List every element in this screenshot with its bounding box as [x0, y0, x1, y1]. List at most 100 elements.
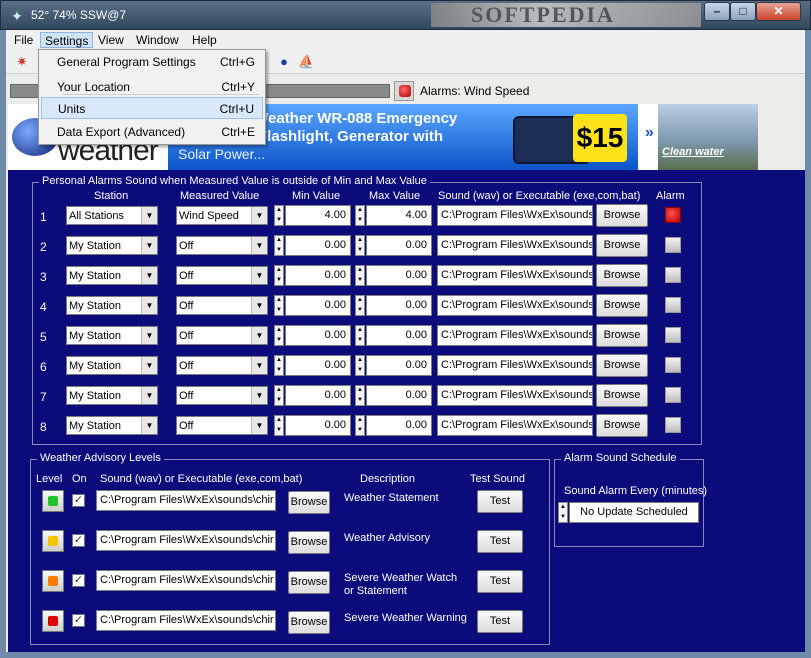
ad-link-clean-water[interactable]: Clean water: [662, 146, 724, 158]
max-value-field[interactable]: 0.00: [366, 355, 432, 376]
spin-down-icon[interactable]: ▼: [356, 246, 364, 255]
advisory-sound-path-field[interactable]: C:\Program Files\WxEx\sounds\chir: [96, 610, 276, 631]
advisory-level-button[interactable]: [42, 570, 64, 592]
max-value-spinner[interactable]: ▲ ▼: [355, 265, 365, 286]
spin-down-icon[interactable]: ▼: [275, 366, 283, 375]
advisory-on-checkbox[interactable]: ✓: [72, 614, 85, 627]
alarm-browse-button[interactable]: Browse: [596, 414, 648, 437]
spin-down-icon[interactable]: ▼: [275, 426, 283, 435]
spin-down-icon[interactable]: ▼: [275, 246, 283, 255]
min-value-field[interactable]: 0.00: [285, 295, 351, 316]
advisory-browse-button[interactable]: Browse: [288, 531, 330, 554]
min-value-field[interactable]: 0.00: [285, 325, 351, 346]
spin-down-icon[interactable]: ▼: [275, 306, 283, 315]
station-select[interactable]: My Station ▼: [66, 296, 158, 315]
max-value-spinner[interactable]: ▲ ▼: [355, 355, 365, 376]
chevron-down-icon[interactable]: ▼: [141, 387, 157, 404]
spin-down-icon[interactable]: ▼: [356, 306, 364, 315]
advisory-on-checkbox[interactable]: ✓: [72, 574, 85, 587]
chevron-down-icon[interactable]: ▼: [141, 327, 157, 344]
advisory-level-button[interactable]: [42, 610, 64, 632]
weather-icon[interactable]: ✷: [14, 54, 30, 70]
chevron-down-icon[interactable]: ▼: [251, 237, 267, 254]
chevron-down-icon[interactable]: ▼: [141, 237, 157, 254]
chevron-down-icon[interactable]: ▼: [141, 297, 157, 314]
spin-down-icon[interactable]: ▼: [559, 513, 567, 522]
alarm-sound-path-field[interactable]: C:\Program Files\WxEx\sounds: [437, 265, 593, 286]
alarm-browse-button[interactable]: Browse: [596, 294, 648, 317]
min-value-field[interactable]: 0.00: [285, 415, 351, 436]
alarm-browse-button[interactable]: Browse: [596, 324, 648, 347]
spin-up-icon[interactable]: ▲: [275, 326, 283, 335]
spin-up-icon[interactable]: ▲: [356, 416, 364, 425]
alarm-sound-path-field[interactable]: C:\Program Files\WxEx\sounds: [437, 295, 593, 316]
advisory-on-checkbox[interactable]: ✓: [72, 534, 85, 547]
alarm-light-button[interactable]: [394, 81, 414, 101]
advisory-browse-button[interactable]: Browse: [288, 491, 330, 514]
min-value-spinner[interactable]: ▲ ▼: [274, 415, 284, 436]
advisory-sound-path-field[interactable]: C:\Program Files\WxEx\sounds\chir: [96, 490, 276, 511]
ad-photo[interactable]: Clean water: [658, 104, 758, 170]
min-value-spinner[interactable]: ▲ ▼: [274, 325, 284, 346]
advisory-level-button[interactable]: [42, 490, 64, 512]
alarm-sound-path-field[interactable]: C:\Program Files\WxEx\sounds: [437, 385, 593, 406]
alarm-sound-path-field[interactable]: C:\Program Files\WxEx\sounds: [437, 415, 593, 436]
spin-down-icon[interactable]: ▼: [356, 426, 364, 435]
max-value-spinner[interactable]: ▲ ▼: [355, 205, 365, 226]
spin-down-icon[interactable]: ▼: [356, 216, 364, 225]
alarm-browse-button[interactable]: Browse: [596, 204, 648, 227]
menu-view[interactable]: View: [94, 32, 128, 48]
max-value-field[interactable]: 0.00: [366, 415, 432, 436]
spin-up-icon[interactable]: ▲: [275, 206, 283, 215]
station-select[interactable]: All Stations ▼: [66, 206, 158, 225]
chevron-down-icon[interactable]: ▼: [251, 327, 267, 344]
spin-down-icon[interactable]: ▼: [275, 276, 283, 285]
spin-up-icon[interactable]: ▲: [356, 266, 364, 275]
station-select[interactable]: My Station ▼: [66, 416, 158, 435]
spin-up-icon[interactable]: ▲: [559, 503, 567, 512]
measured-value-select[interactable]: Off ▼: [176, 236, 268, 255]
menu-item-data-export[interactable]: Data Export (Advanced) Ctrl+E: [41, 121, 263, 143]
max-value-spinner[interactable]: ▲ ▼: [355, 325, 365, 346]
chevron-down-icon[interactable]: ▼: [251, 387, 267, 404]
advisory-test-button[interactable]: Test: [477, 570, 523, 593]
min-value-field[interactable]: 0.00: [285, 235, 351, 256]
menu-file[interactable]: File: [10, 32, 37, 48]
measured-value-select[interactable]: Off ▼: [176, 266, 268, 285]
measured-value-select[interactable]: Off ▼: [176, 386, 268, 405]
station-select[interactable]: My Station ▼: [66, 356, 158, 375]
menu-window[interactable]: Window: [132, 32, 183, 48]
measured-value-select[interactable]: Off ▼: [176, 356, 268, 375]
spin-up-icon[interactable]: ▲: [356, 356, 364, 365]
spin-down-icon[interactable]: ▼: [275, 396, 283, 405]
chevron-down-icon[interactable]: ▼: [251, 297, 267, 314]
measured-value-select[interactable]: Off ▼: [176, 296, 268, 315]
station-select[interactable]: My Station ▼: [66, 266, 158, 285]
advisory-sound-path-field[interactable]: C:\Program Files\WxEx\sounds\chir: [96, 570, 276, 591]
spin-up-icon[interactable]: ▲: [356, 386, 364, 395]
min-value-spinner[interactable]: ▲ ▼: [274, 295, 284, 316]
maximize-button[interactable]: □: [730, 2, 756, 21]
advisory-on-checkbox[interactable]: ✓: [72, 494, 85, 507]
station-select[interactable]: My Station ▼: [66, 236, 158, 255]
chevron-down-icon[interactable]: ▼: [141, 417, 157, 434]
station-select[interactable]: My Station ▼: [66, 326, 158, 345]
min-value-field[interactable]: 0.00: [285, 355, 351, 376]
menu-item-units[interactable]: Units Ctrl+U: [41, 97, 263, 119]
alarm-browse-button[interactable]: Browse: [596, 234, 648, 257]
min-value-spinner[interactable]: ▲ ▼: [274, 385, 284, 406]
station-select[interactable]: My Station ▼: [66, 386, 158, 405]
spin-up-icon[interactable]: ▲: [356, 206, 364, 215]
spin-up-icon[interactable]: ▲: [275, 416, 283, 425]
menu-item-general-settings[interactable]: General Program Settings Ctrl+G: [41, 51, 263, 73]
max-value-spinner[interactable]: ▲ ▼: [355, 415, 365, 436]
max-value-field[interactable]: 0.00: [366, 235, 432, 256]
spin-up-icon[interactable]: ▲: [275, 356, 283, 365]
spin-down-icon[interactable]: ▼: [356, 396, 364, 405]
menu-item-your-location[interactable]: Your Location Ctrl+Y: [41, 76, 263, 98]
alarm-sound-path-field[interactable]: C:\Program Files\WxEx\sounds: [437, 205, 593, 226]
min-value-spinner[interactable]: ▲ ▼: [274, 235, 284, 256]
max-value-field[interactable]: 0.00: [366, 265, 432, 286]
spin-down-icon[interactable]: ▼: [275, 336, 283, 345]
advisory-browse-button[interactable]: Browse: [288, 611, 330, 634]
